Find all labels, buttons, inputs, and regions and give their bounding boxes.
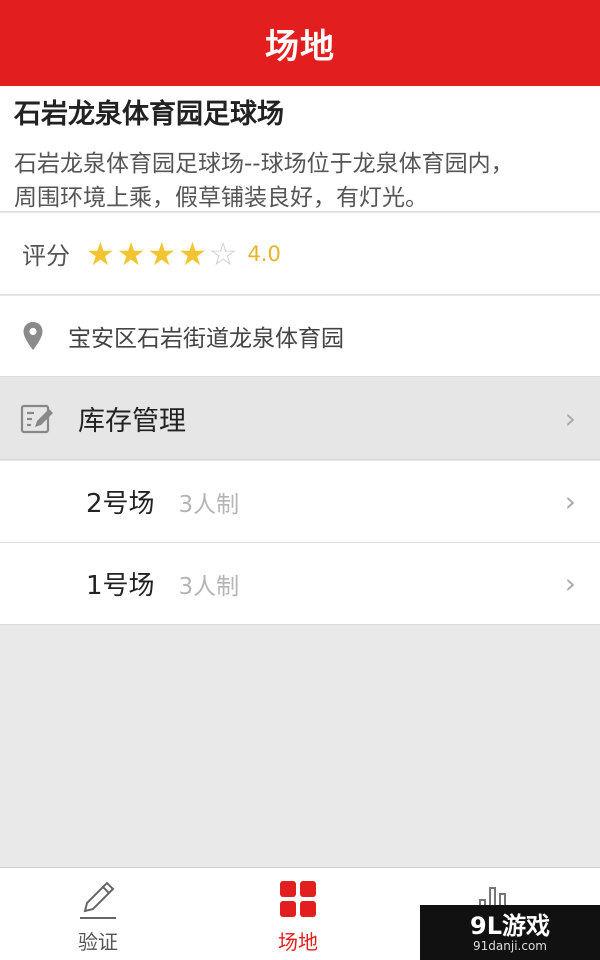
field-name: 2号场 [86, 489, 155, 519]
field-name: 1号场 [86, 571, 155, 601]
rating-row: 评分 ★ ★ ★ ★ ☆ 4.0 [0, 213, 600, 295]
venue-name: 石岩龙泉体育园足球场 [14, 99, 284, 130]
nav-label: 场地 [278, 930, 318, 954]
nav-label: 验证 [78, 930, 118, 954]
inventory-management-row[interactable]: 库存管理 › [0, 378, 600, 460]
chevron-right-icon: › [564, 566, 576, 600]
field-type: 3人制 [178, 573, 240, 600]
address-text: 宝安区石岩街道龙泉体育园 [68, 326, 344, 352]
venue-description-line2: 周围环境上乘，假草铺装良好，有灯光。 [14, 185, 428, 211]
watermark: 9L游戏 91danji.com [420, 905, 600, 960]
page-title: 场地 [265, 26, 335, 67]
edit-icon [20, 404, 53, 433]
app-header: 场地 [0, 0, 600, 86]
field-row-1[interactable]: 1号场 3人制 › [0, 543, 600, 625]
venue-description-line1: 石岩龙泉体育园足球场--球场位于龙泉体育园内， [14, 151, 514, 177]
grid-icon [280, 881, 316, 917]
nav-tab-venue[interactable]: 场地 [238, 868, 358, 960]
star-filled-icon: ★ [86, 234, 115, 273]
pencil-icon [80, 881, 116, 919]
star-filled-icon: ★ [178, 234, 207, 273]
location-pin-icon [23, 322, 43, 350]
address-row[interactable]: 宝安区石岩街道龙泉体育园 [0, 296, 600, 377]
field-type: 3人制 [178, 491, 240, 518]
rating-stars: ★ ★ ★ ★ ☆ [86, 238, 239, 270]
chevron-right-icon: › [564, 484, 576, 518]
venue-info: 石岩龙泉体育园足球场 石岩龙泉体育园足球场--球场位于龙泉体育园内， 周围环境上… [0, 86, 600, 212]
watermark-brand: 9L游戏 [470, 911, 550, 940]
star-filled-icon: ★ [116, 234, 146, 273]
rating-value: 4.0 [247, 241, 281, 266]
inventory-label: 库存管理 [78, 406, 186, 437]
watermark-url: 91danji.com [473, 938, 547, 953]
field-row-2[interactable]: 2号场 3人制 › [0, 461, 600, 543]
rating-label: 评分 [22, 242, 70, 270]
star-filled-icon: ★ [147, 234, 177, 273]
chevron-right-icon: › [564, 401, 576, 435]
nav-tab-verify[interactable]: 验证 [38, 868, 158, 960]
venue-description: 石岩龙泉体育园足球场--球场位于龙泉体育园内， 周围环境上乘，假草铺装良好，有灯… [14, 147, 586, 215]
star-empty-icon: ☆ [208, 234, 238, 273]
